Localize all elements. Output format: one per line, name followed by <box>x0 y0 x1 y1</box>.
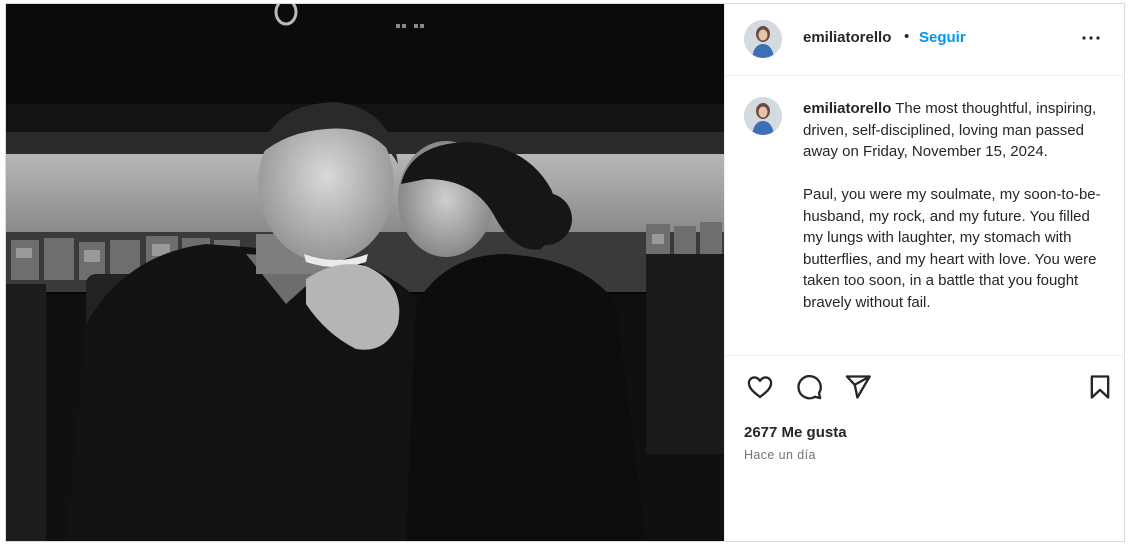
caption-avatar[interactable] <box>744 97 782 135</box>
more-options-icon[interactable] <box>1079 26 1103 50</box>
avatar[interactable] <box>744 20 782 58</box>
share-icon[interactable] <box>844 373 872 401</box>
username-link[interactable]: emiliatorello <box>803 29 891 46</box>
heart-icon[interactable] <box>746 373 774 401</box>
caption-paragraph-2: Paul, you were my soulmate, my soon-to-b… <box>803 186 1101 311</box>
comment-icon[interactable] <box>795 373 823 401</box>
separator-dot: • <box>904 28 910 45</box>
follow-button[interactable]: Seguir <box>919 29 966 46</box>
bookmark-icon[interactable] <box>1086 373 1114 401</box>
avatar-image <box>744 97 782 135</box>
avatar-image <box>744 20 782 58</box>
photo-image <box>6 4 724 541</box>
post-header: emiliatorello • Seguir <box>725 4 1125 76</box>
caption-section: emiliatorello The most thoughtful, inspi… <box>725 77 1125 356</box>
caption-text: emiliatorello The most thoughtful, inspi… <box>803 98 1103 313</box>
caption-username-link[interactable]: emiliatorello <box>803 100 891 117</box>
post-timestamp[interactable]: Hace un día <box>744 448 816 462</box>
post-photo[interactable] <box>6 4 724 541</box>
post-side-panel: emiliatorello • Seguir emiliatorello The… <box>724 4 1125 541</box>
likes-count[interactable]: 2677 Me gusta <box>744 424 847 441</box>
action-bar <box>725 356 1125 416</box>
post-container: emiliatorello • Seguir emiliatorello The… <box>5 3 1125 542</box>
